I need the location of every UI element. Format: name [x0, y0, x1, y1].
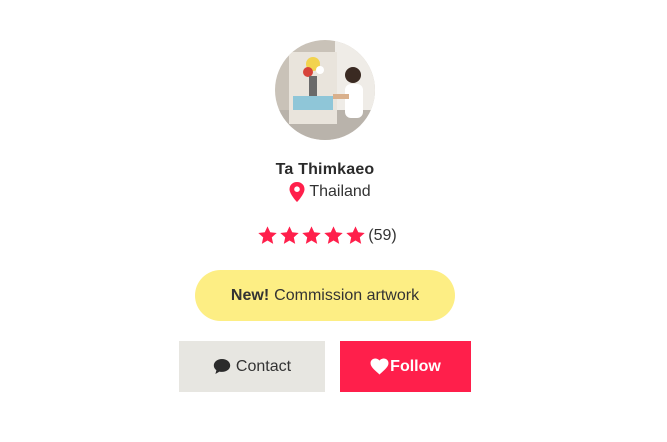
rating[interactable]: (59)	[2, 225, 652, 246]
map-pin-icon	[289, 182, 305, 202]
avatar[interactable]	[275, 40, 375, 140]
new-badge: New!	[230, 286, 270, 304]
follow-label: Follow	[390, 357, 441, 375]
star-icon	[280, 226, 299, 244]
contact-label: Contact	[235, 357, 292, 375]
artist-profile-card: Ta Thimkaeo Thailand (59) New! Commissio…	[0, 0, 667, 442]
artist-location: Thailand	[0, 182, 650, 202]
star-icon	[346, 226, 365, 244]
heart-icon	[370, 358, 389, 375]
rating-count[interactable]: (59)	[368, 227, 396, 245]
commission-artwork-button[interactable]: New! Commission artwork	[195, 270, 455, 321]
avatar-photo	[275, 40, 375, 140]
star-icon	[258, 226, 277, 244]
location-label: Thailand	[309, 183, 371, 200]
artist-name[interactable]: Ta Thimkaeo	[0, 161, 650, 179]
star-icon	[302, 226, 321, 244]
contact-button[interactable]: Contact	[179, 341, 325, 392]
follow-button[interactable]: Follow	[340, 341, 471, 392]
chat-bubble-icon	[213, 359, 231, 374]
commission-label: Commission artwork	[274, 286, 420, 304]
star-icon	[324, 226, 343, 244]
